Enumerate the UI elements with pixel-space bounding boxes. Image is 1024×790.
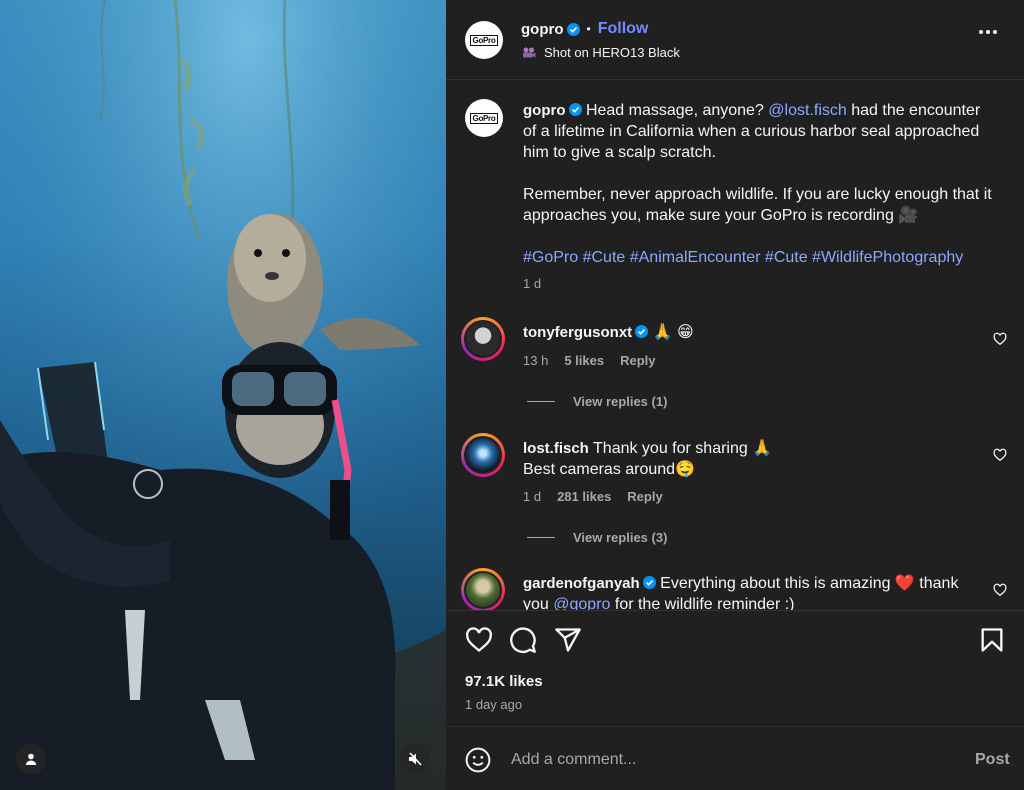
caption-username[interactable]: gopro [523,102,566,119]
post-viewer: GoPro gopro • Follow Shot on HERO13 Blac… [0,0,1024,790]
comment-time[interactable]: 1 d [523,489,541,504]
verified-badge-icon [566,22,580,36]
speaker-muted-icon [409,752,422,766]
view-replies-label: View replies (1) [573,394,668,409]
post-date[interactable]: 1 day ago [465,697,522,712]
verified-badge-icon [635,325,649,338]
tagged-users-button[interactable] [16,744,46,774]
avatar[interactable] [461,568,505,610]
caption-paragraph: Remember, never approach wildlife. If yo… [523,186,992,224]
comment-text: Thank you for sharing 🙏 [593,440,773,457]
header-user-line: gopro • Follow [521,20,648,38]
divider [527,401,555,402]
bookmark-icon[interactable] [978,626,1006,654]
heart-icon[interactable] [993,448,1007,462]
share-icon[interactable] [554,626,582,654]
view-replies-label: View replies (3) [573,530,668,545]
heart-icon[interactable] [465,626,493,654]
comment-meta: 1 d 281 likes Reply [523,489,663,504]
hashtags[interactable]: #GoPro #Cute #AnimalEncounter #Cute #Wil… [523,247,993,268]
comment-text-line: gardenofganyah Everything about this is … [523,573,983,610]
like-count[interactable]: 97.1K likes [465,673,543,690]
comment-username[interactable]: tonyfergusonxt [523,324,632,341]
caption-timestamp[interactable]: 1 d [523,276,541,291]
avatar[interactable] [461,433,505,477]
comments-scroll-area[interactable]: GoPro gopro Head massage, anyone? @lost.… [446,81,1024,610]
view-replies-button[interactable]: View replies (3) [527,530,667,545]
follow-button[interactable]: Follow [598,20,649,38]
username-link[interactable]: gopro [521,21,564,38]
dot [986,30,990,34]
post-video[interactable] [0,0,446,790]
mention-link[interactable]: @lost.fisch [768,102,846,119]
avatar-image [464,436,502,474]
user-icon [25,753,37,765]
reply-button[interactable]: Reply [627,489,662,504]
more-options-button[interactable] [979,30,997,34]
caption-text: Head massage, anyone? [585,102,769,119]
post-button[interactable]: Post [975,751,1010,769]
comment-meta: 13 h 5 likes Reply [523,353,655,368]
heart-icon[interactable] [993,332,1007,346]
reply-button[interactable]: Reply [620,353,655,368]
comment-username[interactable]: lost.fisch [523,440,589,457]
audio-subtitle[interactable]: Shot on HERO13 Black [522,45,680,60]
separator-dot: • [586,22,591,36]
avatar[interactable] [461,317,505,361]
avatar-image [464,571,502,609]
caption-avatar[interactable]: GoPro [465,99,503,137]
avatar[interactable]: GoPro [465,21,503,59]
comment-time[interactable]: 13 h [523,353,548,368]
video-frame [0,0,446,790]
add-comment-bar: Post [446,726,1024,790]
mute-button[interactable] [400,744,430,774]
post-caption: gopro Head massage, anyone? @lost.fisch … [523,100,993,289]
comment-likes[interactable]: 5 likes [564,353,604,368]
comment-text: 🙏 😁 [652,324,694,341]
mention-link[interactable]: @gopro [553,596,610,610]
heart-icon[interactable] [993,583,1007,597]
emoji-icon[interactable] [465,747,491,773]
post-header: GoPro gopro • Follow Shot on HERO13 Blac… [446,0,1024,80]
dot [993,30,997,34]
gopro-logo: GoPro [469,112,499,124]
comment-text-line2: Best cameras around🤤 [523,461,695,478]
more-dots-icon [979,30,983,34]
gopro-logo: GoPro [469,34,499,46]
post-details-panel: GoPro gopro • Follow Shot on HERO13 Blac… [446,0,1024,790]
subtitle-text: Shot on HERO13 Black [544,45,680,60]
comment-likes[interactable]: 281 likes [557,489,611,504]
verified-badge-icon [642,576,656,589]
avatar-image [464,320,502,358]
comment-icon[interactable] [509,626,537,654]
video-camera-icon [523,47,536,57]
view-replies-button[interactable]: View replies (1) [527,394,667,409]
verified-badge-icon [568,103,582,116]
comment-username[interactable]: gardenofganyah [523,575,640,592]
comment-text-line: lost.fisch Thank you for sharing 🙏 Best … [523,438,983,480]
post-actions: 97.1K likes 1 day ago [446,610,1024,720]
comment-input[interactable] [511,749,941,771]
divider [527,537,555,538]
comment-text-cont: for the wildlife reminder :) [610,596,795,610]
comment-text-line: tonyfergusonxt 🙏 😁 [523,322,983,343]
